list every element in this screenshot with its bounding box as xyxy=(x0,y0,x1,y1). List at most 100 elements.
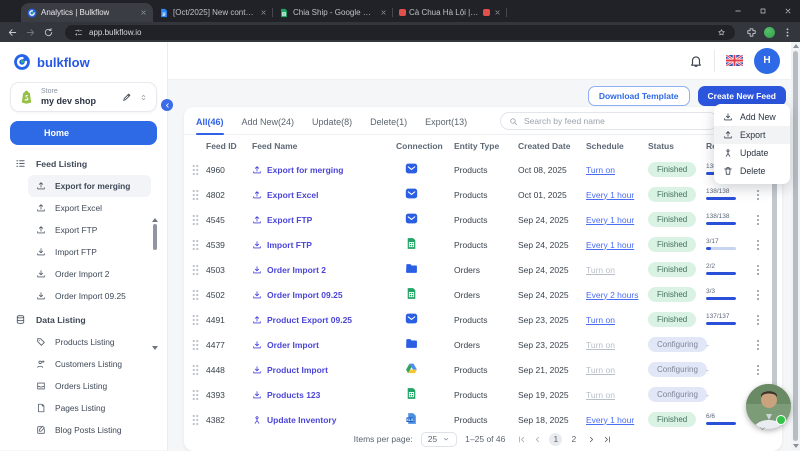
sidebar-item-products-listing[interactable]: Products Listing xyxy=(0,331,167,353)
drag-handle-icon[interactable] xyxy=(192,164,199,176)
table-row-4960[interactable]: 4960Export for mergingProductsOct 08, 20… xyxy=(184,157,782,182)
sidebar-item-export-ftp[interactable]: Export FTP xyxy=(0,219,167,241)
feed-name-link[interactable]: Product Import xyxy=(252,365,396,375)
tab-search-button[interactable] xyxy=(7,7,16,16)
column-header-schedule[interactable]: Schedule xyxy=(586,141,648,151)
sidebar-item-blog-posts-listing[interactable]: Blog Posts Listing xyxy=(0,419,167,441)
sidebar-item-pages-listing[interactable]: Pages Listing xyxy=(0,397,167,419)
translate-icon[interactable] xyxy=(701,28,710,37)
tab-update-8[interactable]: Update(8) xyxy=(312,117,352,134)
items-per-page-select[interactable]: 25 xyxy=(421,432,457,447)
scroll-up-icon[interactable] xyxy=(793,44,799,48)
drag-handle-icon[interactable] xyxy=(192,389,199,401)
reload-button[interactable] xyxy=(43,27,54,38)
schedule-link[interactable]: Turn on xyxy=(586,315,615,325)
drag-handle-icon[interactable] xyxy=(192,414,199,426)
schedule-link[interactable]: Every 2 hours xyxy=(586,290,638,300)
drag-handle-icon[interactable] xyxy=(192,214,199,226)
table-row-4393[interactable]: 4393Products 123ProductsSep 19, 2025Turn… xyxy=(184,382,782,407)
tab-close-icon[interactable] xyxy=(140,9,147,16)
bookmark-star-icon[interactable] xyxy=(717,28,726,37)
store-selector[interactable]: Store my dev shop xyxy=(10,82,157,112)
menu-item-export[interactable]: Export xyxy=(714,126,790,144)
drag-handle-icon[interactable] xyxy=(192,239,199,251)
store-switch-icon[interactable] xyxy=(139,93,148,102)
new-tab-button[interactable] xyxy=(514,7,524,17)
browser-tab-chia-ship-google-sheets[interactable]: Chia Ship - Google Sheets xyxy=(273,3,393,22)
user-avatar[interactable]: H xyxy=(754,48,780,74)
column-header-feed-name[interactable]: Feed Name xyxy=(252,141,396,151)
sidebar-item-import-ftp[interactable]: Import FTP xyxy=(0,241,167,263)
tab-export-13[interactable]: Export(13) xyxy=(425,117,467,134)
drag-handle-icon[interactable] xyxy=(192,364,199,376)
search-box[interactable] xyxy=(500,112,718,130)
schedule-link[interactable]: Every 1 hour xyxy=(586,215,634,225)
tab-all-46[interactable]: All(46) xyxy=(196,117,224,134)
feed-name-link[interactable]: Order Import xyxy=(252,340,396,350)
table-row-4448[interactable]: 4448Product ImportProductsSep 21, 2025Tu… xyxy=(184,357,782,382)
feed-name-link[interactable]: Export Excel xyxy=(252,190,396,200)
schedule-link[interactable]: Every 1 hour xyxy=(586,190,634,200)
scroll-down-icon[interactable] xyxy=(793,444,799,448)
table-row-4503[interactable]: 4503Order Import 2OrdersSep 24, 2025Turn… xyxy=(184,257,782,282)
sidebar-item-customers-listing[interactable]: Customers Listing xyxy=(0,353,167,375)
table-row-4545[interactable]: 4545Export FTPProductsSep 24, 2025Every … xyxy=(184,207,782,232)
schedule-link[interactable]: Turn on xyxy=(586,340,615,350)
schedule-link[interactable]: Turn on xyxy=(586,365,615,375)
browser-tab-oct-2025-new-content-ha-m[interactable]: [Oct/2025] New content - Ha M xyxy=(153,3,273,22)
sidebar-item-order-import-2[interactable]: Order Import 2 xyxy=(0,263,167,285)
scrollbar-thumb[interactable] xyxy=(153,224,157,250)
drag-handle-icon[interactable] xyxy=(192,339,199,351)
back-button[interactable] xyxy=(7,27,18,38)
page-2-button[interactable]: 2 xyxy=(567,433,580,446)
schedule-link[interactable]: Turn on xyxy=(586,165,615,175)
forward-button[interactable] xyxy=(25,27,36,38)
row-menu-button[interactable] xyxy=(752,215,764,225)
window-close-button[interactable] xyxy=(775,0,800,22)
column-header-entity-type[interactable]: Entity Type xyxy=(454,141,518,151)
feed-name-link[interactable]: Order Import 09.25 xyxy=(252,290,396,300)
address-bar[interactable]: app.bulkflow.io xyxy=(65,25,735,40)
feed-name-link[interactable]: Import FTP xyxy=(252,240,396,250)
sidebar-item-export-for-merging[interactable]: Export for merging xyxy=(28,175,151,197)
prev-page-button[interactable] xyxy=(533,435,542,444)
page-1-button[interactable]: 1 xyxy=(549,433,562,446)
feed-name-link[interactable]: Order Import 2 xyxy=(252,265,396,275)
next-page-button[interactable] xyxy=(587,435,596,444)
tab-close-icon[interactable] xyxy=(494,9,501,16)
table-row-4802[interactable]: 4802Export ExcelProductsOct 01, 2025Ever… xyxy=(184,182,782,207)
browser-tab-analytics-bulkflow[interactable]: Analytics | Bulkflow xyxy=(21,3,153,22)
drag-handle-icon[interactable] xyxy=(192,189,199,201)
feed-name-link[interactable]: Products 123 xyxy=(252,390,396,400)
search-input[interactable] xyxy=(524,116,709,126)
column-header-feed-id[interactable]: Feed ID xyxy=(206,141,252,151)
row-menu-button[interactable] xyxy=(752,190,764,200)
table-row-4477[interactable]: 4477Order ImportOrdersSep 23, 2025Turn o… xyxy=(184,332,782,357)
tab-add-new-24[interactable]: Add New(24) xyxy=(242,117,295,134)
extensions-icon[interactable] xyxy=(746,27,757,38)
row-menu-button[interactable] xyxy=(752,315,764,325)
feed-name-link[interactable]: Product Export 09.25 xyxy=(252,315,396,325)
webcam-chevron-down-icon[interactable] xyxy=(758,424,767,433)
feed-name-link[interactable]: Update Inventory xyxy=(252,415,396,425)
menu-item-delete[interactable]: Delete xyxy=(714,162,790,180)
row-menu-button[interactable] xyxy=(752,265,764,275)
menu-item-add-new[interactable]: Add New xyxy=(714,108,790,126)
feed-name-link[interactable]: Export for merging xyxy=(252,165,396,175)
notification-bell-icon[interactable] xyxy=(689,54,703,68)
browser-menu-button[interactable] xyxy=(782,27,793,38)
page-scrollbar[interactable] xyxy=(791,42,800,450)
window-minimize-button[interactable] xyxy=(725,0,750,22)
drag-handle-icon[interactable] xyxy=(192,314,199,326)
tab-delete-1[interactable]: Delete(1) xyxy=(370,117,407,134)
column-header-created-date[interactable]: Created Date xyxy=(518,141,586,151)
drag-handle-icon[interactable] xyxy=(192,264,199,276)
sidebar-item-home[interactable]: Home xyxy=(10,121,157,145)
sidebar-item-export-excel[interactable]: Export Excel xyxy=(0,197,167,219)
row-menu-button[interactable] xyxy=(752,365,764,375)
download-template-button[interactable]: Download Template xyxy=(588,86,690,106)
feed-name-link[interactable]: Export FTP xyxy=(252,215,396,225)
collapse-sidebar-button[interactable] xyxy=(161,99,173,111)
tab-close-icon[interactable] xyxy=(380,9,387,16)
sidebar-scrollbar[interactable] xyxy=(152,218,158,350)
